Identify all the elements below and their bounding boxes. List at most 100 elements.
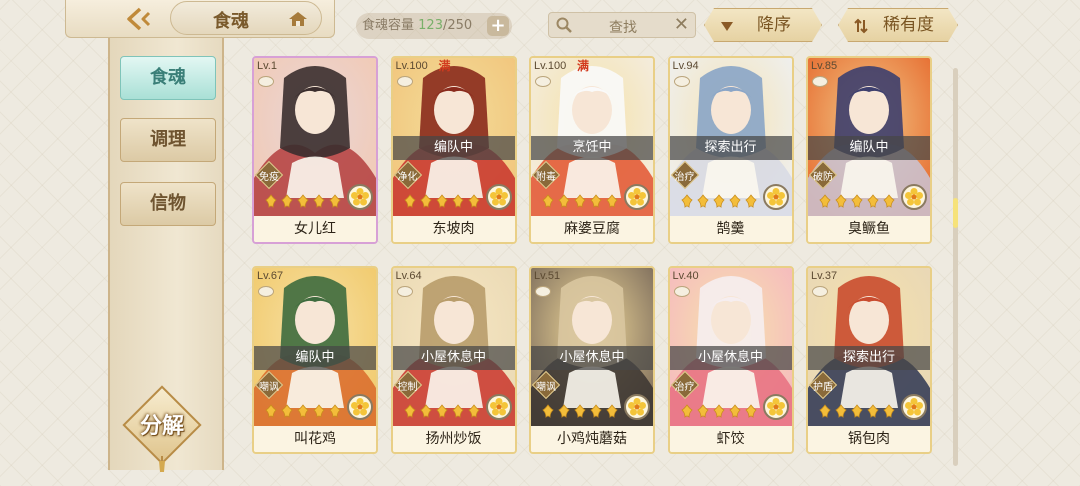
level-label: Lv.1 (257, 60, 277, 72)
food-soul-card[interactable]: Lv.1 免疫 女儿红 (252, 56, 378, 244)
element-flower-icon (485, 394, 512, 420)
star-icon (712, 194, 725, 208)
food-soul-card[interactable]: Lv.37 探索出行 护盾 锅包肉 (806, 266, 932, 454)
food-soul-card[interactable]: Lv.40 小屋休息中 治疗 虾饺 (667, 266, 794, 454)
character-name: 麻婆豆腐 (531, 216, 653, 242)
character-portrait: Lv.94 探索出行 治疗 (669, 58, 792, 216)
star-rating (680, 194, 758, 208)
food-soul-card[interactable]: Lv.85 编队中 破防 臭鳜鱼 (806, 56, 932, 244)
star-icon (883, 404, 895, 418)
food-soul-card[interactable]: Lv.100 满 编队中 净化 东坡肉 (390, 56, 517, 244)
chat-bubble-icon (673, 286, 690, 297)
sort-order-button[interactable]: 降序 (704, 8, 822, 42)
status-banner: 小屋休息中 (531, 346, 653, 370)
character-name: 东坡肉 (392, 216, 515, 242)
sort-by-rarity-button[interactable]: 稀有度 (838, 8, 958, 42)
element-flower-icon (901, 184, 927, 210)
star-icon (728, 194, 741, 208)
star-icon (297, 194, 309, 208)
food-soul-grid: Lv.1 免疫 女儿红 Lv.100 满 编队中 净化 东坡肉 Lv.100 满… (248, 52, 948, 482)
role-label: 治疗 (674, 172, 695, 183)
star-icon (281, 194, 293, 208)
character-portrait: Lv.51 小屋休息中 嘲讽 (531, 268, 653, 426)
status-banner: 探索出行 (669, 136, 792, 160)
food-soul-card[interactable]: Lv.94 探索出行 治疗 鹄羹 (667, 56, 794, 244)
tab-food-soul[interactable]: 食魂 (170, 1, 322, 35)
sort-order-label: 降序 (757, 15, 791, 35)
star-icon (467, 404, 480, 418)
character-name: 臭鳜鱼 (808, 216, 930, 242)
star-rating (818, 404, 896, 418)
character-name: 叫花鸡 (254, 426, 376, 452)
sidebar-item-token[interactable]: 信物 (120, 182, 216, 226)
star-icon (558, 194, 570, 208)
role-label: 附毒 (536, 172, 556, 183)
character-name: 锅包肉 (808, 426, 930, 452)
character-name: 鹄羹 (669, 216, 792, 242)
chat-bubble-icon (396, 76, 413, 87)
star-icon (574, 194, 586, 208)
star-icon (696, 194, 709, 208)
food-soul-card[interactable]: Lv.64 小屋休息中 控制 扬州炒饭 (390, 266, 517, 454)
star-icon (744, 194, 757, 208)
role-label: 嘲讽 (536, 382, 556, 393)
character-portrait: Lv.100 满 编队中 净化 (392, 58, 515, 216)
star-icon (542, 194, 554, 208)
star-icon (606, 194, 618, 208)
element-flower-icon (901, 394, 927, 420)
back-button[interactable] (122, 4, 158, 34)
level-label: Lv.51 (534, 270, 561, 282)
element-flower-icon (347, 394, 373, 420)
clear-search-icon[interactable]: ✕ (674, 14, 689, 35)
character-name: 虾饺 (669, 426, 792, 452)
star-icon (851, 404, 863, 418)
sidebar-item-food-soul[interactable]: 食魂 (120, 56, 216, 100)
star-icon (590, 404, 602, 418)
home-icon[interactable] (287, 10, 309, 28)
star-icon (451, 194, 464, 208)
chat-bubble-icon (535, 286, 551, 297)
star-icon (435, 404, 448, 418)
chat-bubble-icon (535, 76, 551, 87)
character-portrait: Lv.85 编队中 破防 (808, 58, 930, 216)
character-portrait: Lv.67 编队中 嘲讽 (254, 268, 376, 426)
status-banner: 小屋休息中 (392, 346, 515, 370)
chat-bubble-icon (812, 76, 828, 87)
grid-scrollbar[interactable] (953, 68, 958, 466)
star-rating (541, 404, 619, 418)
star-icon (744, 404, 757, 418)
role-badge: 护盾 (808, 370, 838, 400)
role-badge: 净化 (393, 160, 423, 190)
sidebar-item-prepare[interactable]: 调理 (120, 118, 216, 162)
star-icon (313, 194, 325, 208)
star-icon (265, 194, 277, 208)
max-level-badge: 满 (438, 59, 451, 73)
star-icon (281, 404, 293, 418)
search-placeholder: 查找 (609, 20, 637, 36)
level-label: Lv.85 (811, 60, 838, 72)
role-label: 嘲讽 (259, 382, 279, 393)
food-soul-card[interactable]: Lv.51 小屋休息中 嘲讽 小鸡炖蘑菇 (529, 266, 655, 454)
star-icon (819, 194, 831, 208)
chat-bubble-icon (812, 286, 828, 297)
expand-capacity-button[interactable]: + (487, 16, 509, 36)
element-flower-icon (347, 184, 373, 210)
food-soul-card[interactable]: Lv.100 满 烹饪中 附毒 麻婆豆腐 (529, 56, 655, 244)
star-icon (819, 404, 831, 418)
decompose-label: 分解 (139, 413, 184, 439)
decompose-button[interactable]: 分解 (122, 385, 202, 472)
tassel-icon (159, 456, 165, 472)
star-icon (574, 404, 586, 418)
star-rating (541, 194, 619, 208)
status-banner: 小屋休息中 (669, 346, 792, 370)
scrollbar-thumb[interactable] (953, 198, 958, 228)
element-flower-icon (485, 184, 512, 210)
star-icon (558, 404, 570, 418)
role-label: 破防 (813, 172, 833, 183)
character-portrait: Lv.100 满 烹饪中 附毒 (531, 58, 653, 216)
star-icon (867, 194, 879, 208)
food-soul-card[interactable]: Lv.67 编队中 嘲讽 叫花鸡 (252, 266, 378, 454)
level-label: Lv.37 (811, 270, 838, 282)
role-label: 护盾 (813, 382, 833, 393)
search-input[interactable]: 查找 ✕ (548, 12, 696, 38)
